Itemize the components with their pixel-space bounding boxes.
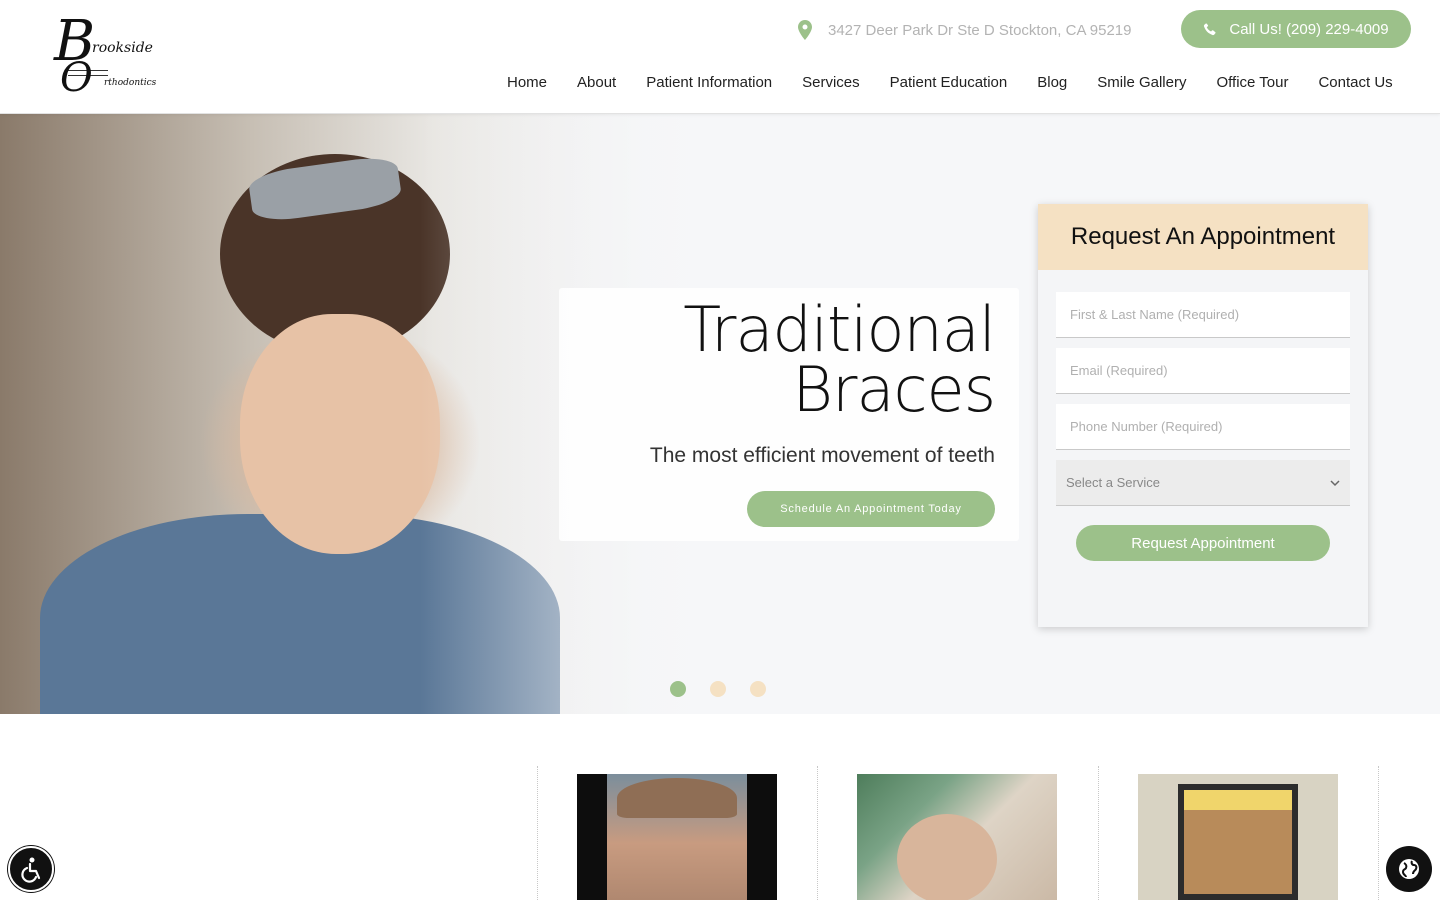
doctor-photo[interactable]	[577, 774, 777, 900]
nav-item-services[interactable]: Services	[787, 72, 875, 94]
nav-item-office-tour[interactable]: Office Tour	[1201, 72, 1303, 94]
service-select[interactable]: Select a Service	[1056, 460, 1350, 506]
email-field[interactable]	[1056, 348, 1350, 394]
slider-dots	[670, 681, 766, 697]
logo-letter-o: O	[60, 55, 93, 101]
column-divider	[1098, 766, 1099, 900]
slide-caption: Traditional Braces The most efficient mo…	[559, 288, 1019, 541]
column-divider	[1378, 766, 1379, 900]
request-appointment-button[interactable]: Request Appointment	[1076, 525, 1330, 561]
schedule-appointment-button[interactable]: Schedule An Appointment Today	[747, 491, 995, 527]
slide-subtitle: The most efficient movement of teeth	[649, 444, 995, 467]
appointment-form: Request An Appointment Select a Service …	[1038, 204, 1368, 627]
nav-item-smile-gallery[interactable]: Smile Gallery	[1082, 72, 1201, 94]
chevron-down-icon	[1330, 479, 1340, 486]
logo-text-top: rookside	[92, 40, 153, 56]
slide-title-line-1: Traditional	[683, 293, 996, 366]
hero-slider: Traditional Braces The most efficient mo…	[0, 114, 1440, 714]
slider-dot-1[interactable]	[670, 681, 686, 697]
globe-icon	[1399, 859, 1419, 879]
call-us-label: Call Us! (209) 229-4009	[1229, 20, 1389, 38]
slide-title-line-2: Braces	[792, 353, 996, 426]
language-button[interactable]	[1386, 846, 1432, 892]
appointment-form-heading: Request An Appointment	[1038, 204, 1368, 270]
column-divider	[537, 766, 538, 900]
phone-field[interactable]	[1056, 404, 1350, 450]
nav-item-contact-us[interactable]: Contact Us	[1303, 72, 1407, 94]
logo-text-bottom: rthodontics	[104, 78, 157, 88]
nav-item-about[interactable]: About	[562, 72, 631, 94]
address-block[interactable]: 3427 Deer Park Dr Ste D Stockton, CA 952…	[798, 18, 1132, 42]
patient-photo[interactable]	[857, 774, 1057, 900]
nav-item-blog[interactable]: Blog	[1022, 72, 1082, 94]
map-pin-icon	[798, 20, 812, 40]
nav-item-patient-information[interactable]: Patient Information	[631, 72, 787, 94]
slider-dot-2[interactable]	[710, 681, 726, 697]
nav-item-home[interactable]: Home	[492, 72, 562, 94]
call-us-button[interactable]: Call Us! (209) 229-4009	[1181, 10, 1411, 48]
accessibility-button[interactable]	[8, 846, 54, 892]
nav-item-patient-education[interactable]: Patient Education	[875, 72, 1023, 94]
main-nav: Home About Patient Information Services …	[492, 72, 1408, 94]
slide-title: Traditional Braces	[683, 293, 996, 426]
accessibility-icon	[21, 857, 41, 883]
column-divider	[817, 766, 818, 900]
site-header: B rookside O rthodontics 3427 Deer Park …	[0, 0, 1440, 114]
slider-dot-3[interactable]	[750, 681, 766, 697]
contest-corner-photo[interactable]	[1138, 774, 1338, 900]
address-text: 3427 Deer Park Dr Ste D Stockton, CA 952…	[828, 21, 1132, 39]
name-field[interactable]	[1056, 292, 1350, 338]
service-select-value: Select a Service	[1066, 475, 1160, 490]
phone-icon	[1204, 23, 1216, 36]
logo[interactable]: B rookside O rthodontics	[52, 14, 162, 101]
